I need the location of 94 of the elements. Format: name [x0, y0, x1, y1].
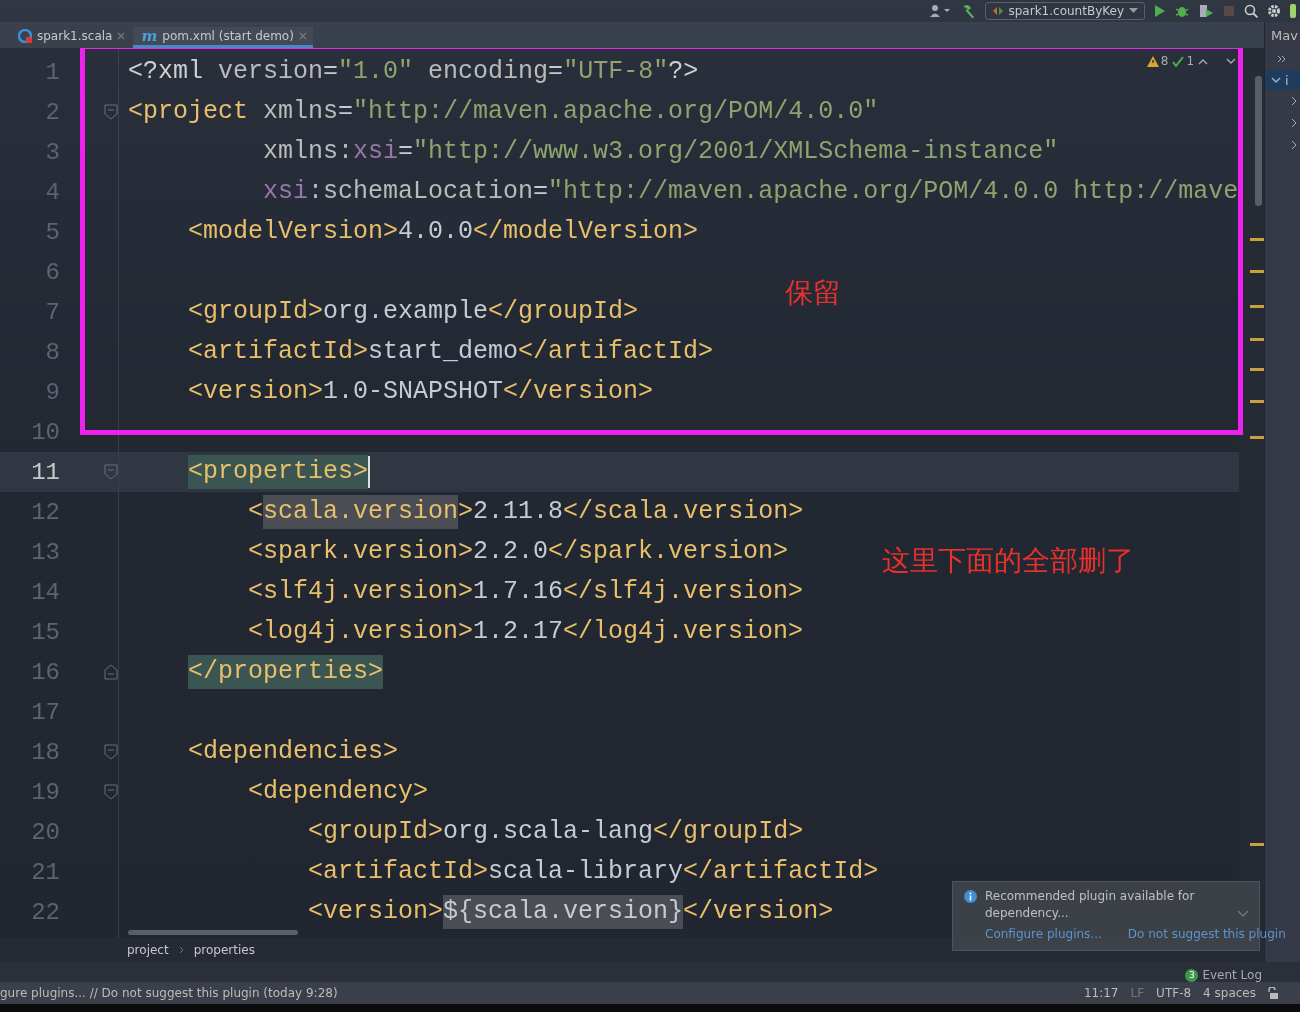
previous-icon[interactable] [1198, 57, 1209, 65]
code-line: <?xml version="1.0" encoding="UTF-8"?> [128, 56, 699, 88]
code-line: <slf4j.version>1.7.16</slf4j.version> [247, 576, 804, 608]
run-configuration-dropdown[interactable]: spark1.countByKey [984, 2, 1145, 20]
annotation-note: 这里下面的全部删了 [882, 543, 1134, 579]
code-line: xmlns:xsi="http://www.w3.org/2001/XMLSchema-instance" [262, 136, 1059, 168]
warning-stripe-mark[interactable] [1250, 238, 1265, 241]
line-number: 4 [44, 178, 60, 206]
warning-count[interactable]: 8 [1146, 54, 1169, 68]
code-line: <dependency> [247, 776, 429, 808]
horizontal-scrollbar[interactable] [128, 930, 298, 935]
tree-item[interactable]: i [1265, 70, 1300, 90]
editor-tab[interactable]: m pom.xml (start demo) [133, 27, 313, 48]
tree-node-icon [1291, 140, 1298, 150]
notification-link[interactable]: Configure plugins... [985, 927, 1102, 941]
breadcrumb-item[interactable]: properties [193, 943, 255, 957]
notification-message: Recommended plugin available for dependency... [985, 888, 1196, 922]
scala-file-icon [18, 29, 32, 43]
warning-stripe-mark[interactable] [1250, 436, 1265, 439]
code-line: <dependencies> [187, 736, 399, 768]
tool-window-title[interactable]: Mav [1265, 22, 1300, 48]
caret-icon [1129, 8, 1138, 14]
code-line: xsi:schemaLocation="http://maven.apache.org/POM/4.0.0 http://mave [262, 176, 1239, 208]
warning-stripe-mark[interactable] [1250, 400, 1265, 403]
info-icon [964, 890, 977, 903]
warning-stripe-mark[interactable] [1250, 270, 1265, 273]
code-line: <version>${scala.version}</version> [128, 892, 834, 932]
code-line: <modelVersion>4.0.0</modelVersion> [187, 216, 699, 248]
check-icon [1172, 55, 1185, 67]
next-icon[interactable] [1226, 57, 1237, 65]
line-number: 7 [44, 298, 60, 326]
line-number: 11 [30, 458, 60, 486]
fold-marker-icon[interactable] [104, 744, 118, 760]
line-number: 19 [30, 778, 60, 806]
line-number: 6 [44, 258, 60, 286]
fold-marker-icon[interactable] [104, 104, 118, 120]
breadcrumb-item[interactable]: project [127, 943, 169, 957]
notification-count-badge: 3 [1185, 968, 1199, 982]
code-line: <version>1.0-SNAPSHOT</version> [187, 376, 654, 408]
line-number: 8 [44, 338, 60, 366]
line-number: 21 [30, 858, 60, 886]
settings-icon[interactable] [1267, 4, 1281, 18]
warning-stripe-mark[interactable] [1250, 305, 1265, 308]
code-line: <scala.version>2.11.8</scala.version> [128, 492, 804, 532]
fold-marker-icon[interactable] [104, 784, 118, 800]
lock-icon[interactable] [1266, 987, 1278, 999]
notification-link[interactable]: Do not suggest this plugin [1127, 927, 1286, 941]
line-number: 22 [30, 898, 60, 926]
line-number: 9 [44, 378, 60, 406]
tree-node-icon [1291, 118, 1298, 128]
tree-node-icon [1291, 96, 1298, 106]
plugin-icon[interactable] [1290, 3, 1296, 19]
warning-stripe-mark[interactable] [1250, 338, 1265, 341]
status-message: gure plugins... // Do not suggest this plugin (today 9:28) [0, 985, 339, 1002]
code-file-icon [991, 5, 1004, 17]
search-icon[interactable] [1244, 4, 1258, 18]
bug-icon[interactable] [1175, 4, 1189, 18]
line-number: 14 [30, 578, 60, 606]
line-number: 20 [30, 818, 60, 846]
status-item[interactable]: 11:17 [1077, 982, 1125, 1004]
expand-icon[interactable] [1277, 55, 1288, 63]
typo-count[interactable]: 1 [1172, 54, 1195, 68]
maven-file-icon: m [141, 27, 158, 45]
line-number: 13 [30, 538, 60, 566]
user-icon[interactable] [928, 4, 951, 18]
line-number: 3 [44, 138, 60, 166]
breadcrumb-separator-icon [178, 946, 184, 954]
code-line: <project xmlns="http://maven.apache.org/POM/4.0.0" [128, 96, 879, 128]
annotation-note: 保留 [785, 275, 841, 311]
line-number: 10 [30, 418, 60, 446]
line-number: 18 [30, 738, 60, 766]
fold-marker-icon[interactable] [104, 464, 118, 480]
code-line: <log4j.version>1.2.17</log4j.version> [247, 616, 804, 648]
vertical-scrollbar[interactable] [1255, 76, 1263, 206]
code-line: <artifactId>start_demo</artifactId> [187, 336, 714, 368]
run-icon[interactable] [1154, 4, 1166, 18]
code-line: <groupId>org.example</groupId> [187, 296, 639, 328]
warning-icon [1146, 55, 1159, 67]
line-number: 17 [30, 698, 60, 726]
line-number: 16 [30, 658, 60, 686]
warning-stripe-mark[interactable] [1250, 843, 1265, 846]
code-line: <artifactId>scala-library</artifactId> [307, 856, 879, 888]
coverage-icon[interactable] [1198, 4, 1214, 18]
line-number: 15 [30, 618, 60, 646]
code-line: <groupId>org.scala-lang</groupId> [307, 816, 804, 848]
text-cursor [368, 456, 371, 488]
chevron-down-icon [1271, 76, 1282, 84]
code-line: <spark.version>2.2.0</spark.version> [247, 536, 789, 568]
line-number: 12 [30, 498, 60, 526]
fold-marker-icon[interactable] [104, 664, 118, 680]
line-number: 5 [44, 218, 60, 246]
status-item[interactable]: 4 spaces [1197, 982, 1262, 1004]
warning-stripe-mark[interactable] [1250, 368, 1265, 371]
status-item[interactable]: UTF-8 [1150, 982, 1198, 1004]
